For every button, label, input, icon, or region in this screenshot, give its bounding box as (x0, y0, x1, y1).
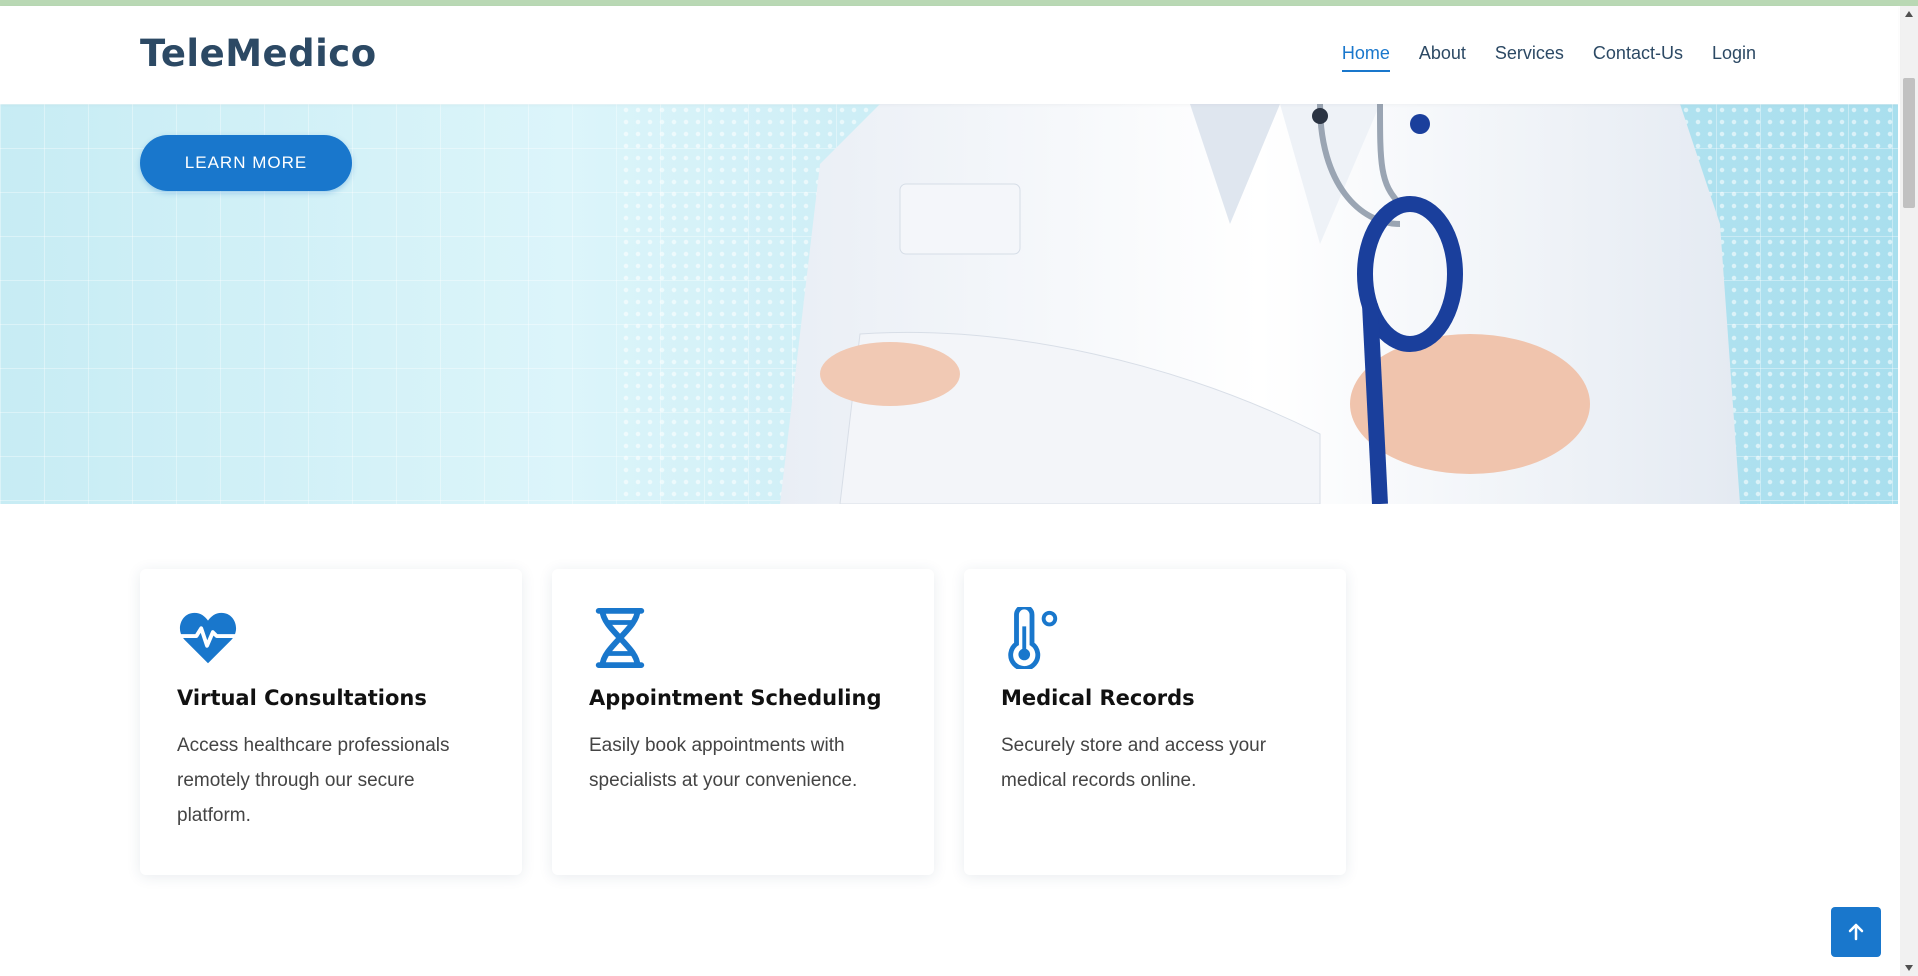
thermometer-icon (1008, 607, 1058, 669)
learn-more-button[interactable]: LEARN MORE (140, 135, 352, 191)
card-text: Securely store and access your medical r… (1001, 735, 1267, 791)
arrow-up-icon (1848, 923, 1864, 941)
doctor-image (780, 104, 1740, 504)
nav-item-contact-us[interactable]: Contact-Us (1593, 43, 1683, 72)
nav-item-home[interactable]: Home (1341, 43, 1390, 72)
service-card-virtual-consultations[interactable]: Virtual Consultations Access healthcare … (140, 569, 522, 875)
nav-item-about[interactable]: About (1419, 43, 1466, 72)
card-text: Access healthcare professionals remotely… (177, 735, 450, 826)
heart-pulse-icon (179, 612, 237, 664)
back-to-top-button[interactable] (1831, 907, 1881, 957)
scroll-down-arrow-icon[interactable] (1900, 960, 1918, 976)
scroll-up-arrow-icon[interactable] (1900, 6, 1918, 22)
scrollbar-thumb[interactable] (1903, 78, 1915, 208)
nav-item-services[interactable]: Services (1495, 43, 1564, 72)
card-text: Easily book appointments with specialist… (589, 735, 858, 791)
service-card-medical-records[interactable]: Medical Records Securely store and acces… (964, 569, 1346, 875)
card-title: Virtual Consultations (177, 686, 427, 710)
site-header: TeleMedico Home About Services Contact-U… (0, 6, 1898, 104)
services-cards: Virtual Consultations Access healthcare … (140, 569, 1346, 875)
card-title: Appointment Scheduling (589, 686, 882, 710)
main-nav: Home About Services Contact-Us Login (1341, 43, 1756, 72)
service-card-appointment-scheduling[interactable]: Appointment Scheduling Easily book appoi… (552, 569, 934, 875)
dna-icon (595, 607, 645, 669)
page-scrollbar[interactable] (1900, 6, 1918, 976)
site-logo[interactable]: TeleMedico (140, 32, 377, 75)
nav-item-login[interactable]: Login (1712, 43, 1756, 72)
card-title: Medical Records (1001, 686, 1195, 710)
hero-banner: LEARN MORE (0, 104, 1898, 504)
